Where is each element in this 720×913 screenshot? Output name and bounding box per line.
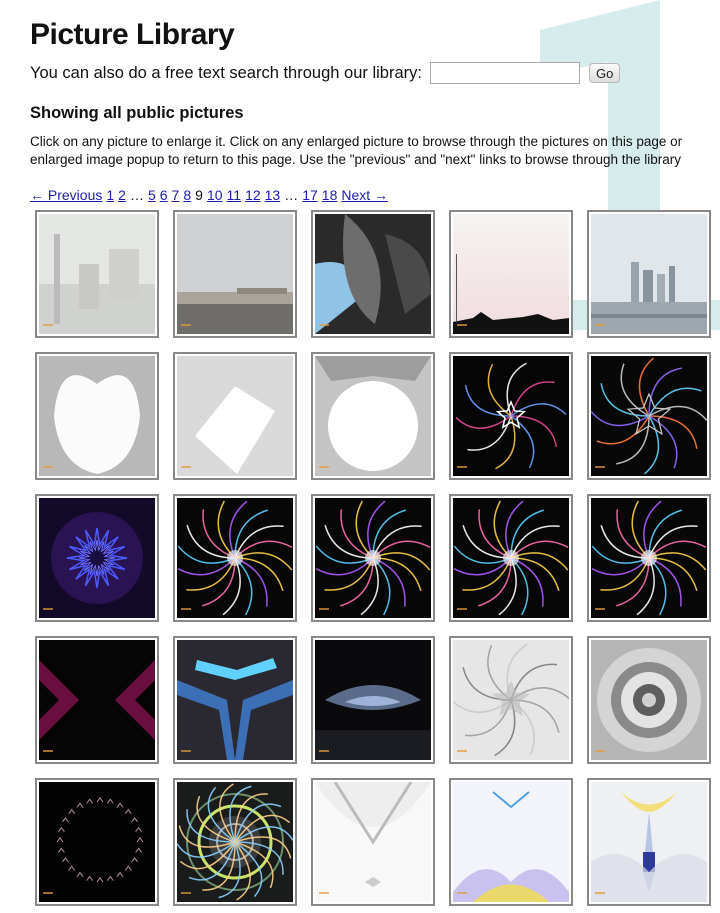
picture-image [315,640,431,760]
pagination-link[interactable]: 2 [118,187,126,203]
picture-image [453,214,569,334]
picture-thumbnail[interactable] [35,778,159,906]
pagination-link[interactable]: 1 [106,187,114,203]
picture-image [39,356,155,476]
picture-thumbnail[interactable] [173,352,297,480]
picture-image [315,214,431,334]
picture-image [591,640,707,760]
picture-thumbnail[interactable] [587,352,711,480]
pagination: ← Previous 1 2… 5 6 7 8 9 10 11 12 13… 17 18 Next → [30,187,392,203]
pagination-link[interactable]: 5 [148,187,156,203]
picture-thumbnail[interactable] [173,210,297,338]
picture-image [591,214,707,334]
pagination-link[interactable]: 11 [227,187,242,203]
picture-image [591,782,707,902]
picture-image [177,498,293,618]
picture-image [453,640,569,760]
picture-image [39,214,155,334]
picture-thumbnail[interactable] [449,210,573,338]
picture-thumbnail[interactable] [35,494,159,622]
picture-image [453,356,569,476]
pagination-link[interactable]: 13 [265,187,281,203]
instructions-text: Click on any picture to enlarge it. Clic… [30,133,720,169]
pagination-link[interactable]: ← Previous [30,187,102,203]
picture-thumbnail[interactable] [587,210,711,338]
picture-image [177,782,293,902]
picture-image [177,214,293,334]
picture-image [453,498,569,618]
picture-thumbnail[interactable] [173,636,297,764]
pagination-current: 9 [195,187,203,203]
picture-image [39,640,155,760]
picture-thumbnail[interactable] [311,210,435,338]
picture-image [39,498,155,618]
pagination-link[interactable]: 12 [245,187,261,203]
picture-image [177,356,293,476]
picture-thumbnail[interactable] [311,494,435,622]
pagination-link[interactable]: 7 [172,187,180,203]
go-button[interactable]: Go [588,63,621,83]
page-title: Picture Library [30,18,235,51]
picture-thumbnail[interactable] [35,352,159,480]
picture-thumbnail[interactable] [449,778,573,906]
pagination-current: … [284,187,299,203]
pagination-current: … [129,187,144,203]
pagination-link[interactable]: 18 [322,187,338,203]
picture-thumbnail[interactable] [449,494,573,622]
picture-image [39,782,155,902]
section-subtitle: Showing all public pictures [30,104,244,122]
instructions-line-1: Click on any picture to enlarge it. Clic… [30,134,683,149]
picture-image [315,356,431,476]
pagination-link[interactable]: 10 [207,187,223,203]
search-label: You can also do a free text search throu… [30,63,422,82]
pagination-link[interactable]: 17 [302,187,318,203]
picture-image [315,782,431,902]
picture-thumbnail[interactable] [587,494,711,622]
picture-thumbnail[interactable] [311,636,435,764]
search-row: You can also do a free text search throu… [30,62,621,84]
picture-image [591,498,707,618]
picture-thumbnail[interactable] [587,636,711,764]
picture-thumbnail[interactable] [311,778,435,906]
picture-thumbnail[interactable] [35,210,159,338]
instructions-line-2: enlarged image popup to return to this p… [30,152,682,167]
picture-image [315,498,431,618]
pagination-link[interactable]: 8 [183,187,191,203]
picture-image [453,782,569,902]
picture-thumbnail[interactable] [173,494,297,622]
picture-thumbnail[interactable] [449,352,573,480]
picture-thumbnail[interactable] [173,778,297,906]
picture-thumbnail[interactable] [449,636,573,764]
picture-thumbnail[interactable] [311,352,435,480]
picture-image [591,356,707,476]
picture-thumbnail[interactable] [35,636,159,764]
pagination-link[interactable]: 6 [160,187,168,203]
search-input[interactable] [429,62,580,84]
pagination-link[interactable]: Next → [341,187,388,203]
picture-image [177,640,293,760]
picture-thumbnail[interactable] [587,778,711,906]
